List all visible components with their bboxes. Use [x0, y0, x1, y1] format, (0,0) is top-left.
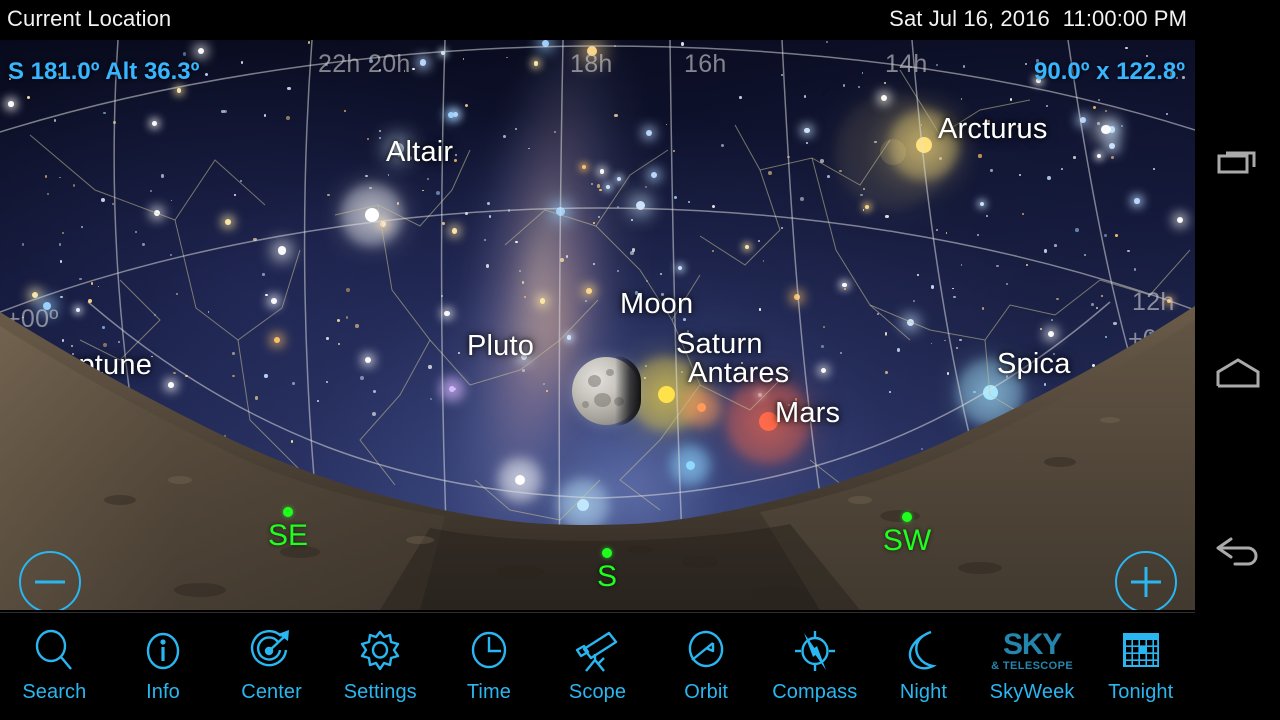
back-icon	[1216, 537, 1257, 565]
cardinal-marker-se: SE	[258, 507, 318, 551]
toolbar-label-info: Info	[146, 681, 180, 703]
toolbar-label-orbit: Orbit	[684, 681, 729, 703]
grid-label: 16h	[684, 50, 727, 78]
toolbar-item-time[interactable]: Time	[435, 613, 544, 720]
telescope-icon	[573, 625, 623, 677]
azimuth-altitude-readout: S 181.0º Alt 36.3º	[8, 58, 200, 85]
grid-label: 18h	[570, 50, 613, 78]
grid-label: 14h	[885, 50, 928, 78]
toolbar-label-night: Night	[899, 681, 948, 703]
cardinal-label: S	[596, 560, 617, 593]
android-navigation-bar	[1195, 0, 1280, 720]
field-of-view-readout: 90.0º x 122.8º	[1034, 58, 1185, 85]
status-bar: Current Location Sat Jul 16, 2016 11:00:0…	[0, 0, 1195, 40]
cardinal-dot	[283, 507, 293, 517]
cardinal-label: SW	[882, 524, 932, 557]
time-label: 11:00:00 PM	[1062, 6, 1187, 31]
toolbar-item-skyweek[interactable]: SKY & TELESCOPE SkyWeek	[978, 613, 1087, 720]
home-icon	[1216, 357, 1259, 387]
toolbar-label-search: Search	[22, 681, 87, 703]
toolbar-label-time: Time	[466, 681, 511, 703]
recents-button[interactable]	[1195, 120, 1280, 205]
object-label-altair[interactable]: Altair	[386, 136, 453, 169]
toolbar-label-skyweek: SkyWeek	[989, 681, 1075, 703]
toolbar-item-tonight[interactable]: Tonight	[1086, 613, 1195, 720]
recents-icon	[1217, 151, 1255, 173]
toolbar-label-center: Center	[241, 681, 302, 703]
toolbar-label-settings: Settings	[343, 681, 417, 703]
plus-icon-v	[1144, 567, 1148, 597]
grid-label: 20h	[368, 50, 411, 78]
zoom-out-button[interactable]	[19, 551, 81, 610]
toolbar-item-compass[interactable]: Compass	[760, 613, 869, 720]
sky-viewport[interactable]: 22h20h18h16h14h12h+00º+00º AltairArcturu…	[0, 40, 1195, 610]
date-label: Sat Jul 16, 2016	[889, 6, 1050, 31]
cardinal-dot	[602, 548, 612, 558]
toolbar-item-night[interactable]: Night	[869, 613, 978, 720]
toolbar-item-settings[interactable]: Settings	[326, 613, 435, 720]
grid-label: 22h	[318, 50, 361, 78]
logo-primary: SKY	[1003, 627, 1062, 661]
search-icon	[31, 625, 77, 677]
cardinal-marker-s: S	[577, 548, 637, 592]
datetime-label[interactable]: Sat Jul 16, 2016 11:00:00 PM	[889, 6, 1187, 32]
skysafari-app: Current Location Sat Jul 16, 2016 11:00:0…	[0, 0, 1280, 720]
toolbar-item-scope[interactable]: Scope	[543, 613, 652, 720]
toolbar-label-tonight: Tonight	[1108, 681, 1174, 703]
orbit-icon	[682, 625, 730, 677]
back-button[interactable]	[1195, 510, 1280, 595]
toolbar-item-search[interactable]: Search	[0, 613, 109, 720]
moon-crescent-icon	[901, 625, 945, 677]
bottom-toolbar: Search Info Center Settings Time Scope O…	[0, 612, 1195, 720]
toolbar-item-center[interactable]: Center	[217, 613, 326, 720]
info-icon	[140, 625, 186, 677]
center-target-icon	[248, 625, 296, 677]
home-button[interactable]	[1195, 330, 1280, 415]
sky-telescope-logo: SKY & TELESCOPE	[991, 625, 1073, 677]
toolbar-item-info[interactable]: Info	[109, 613, 218, 720]
compass-icon	[791, 625, 839, 677]
cardinal-dot	[902, 512, 912, 522]
cardinal-label: SE	[267, 519, 309, 552]
location-label[interactable]: Current Location	[7, 6, 171, 32]
minus-icon	[35, 580, 65, 584]
cardinal-marker-sw: SW	[877, 512, 937, 556]
calendar-icon	[1117, 625, 1165, 677]
toolbar-label-scope: Scope	[568, 681, 627, 703]
logo-secondary: & TELESCOPE	[991, 659, 1074, 672]
zoom-in-button[interactable]	[1115, 551, 1177, 610]
toolbar-label-compass: Compass	[772, 681, 858, 703]
object-label-arcturus[interactable]: Arcturus	[938, 113, 1048, 146]
toolbar-item-orbit[interactable]: Orbit	[652, 613, 761, 720]
clock-icon	[466, 625, 512, 677]
gear-icon	[356, 625, 404, 677]
